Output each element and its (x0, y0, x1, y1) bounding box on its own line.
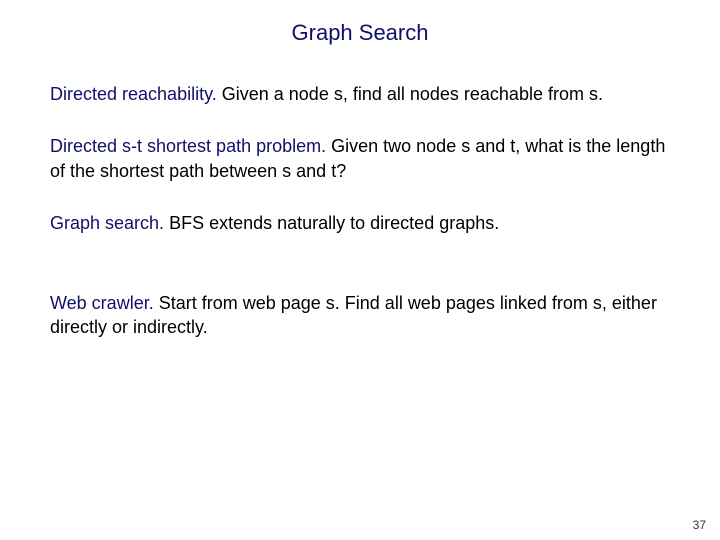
lead-term: Directed s-t shortest path problem. (50, 136, 326, 156)
slide: Graph Search Directed reachability. Give… (0, 0, 720, 540)
lead-term: Directed reachability. (50, 84, 217, 104)
paragraph-graph-search: Graph search. BFS extends naturally to d… (50, 211, 670, 235)
paragraph-web-crawler: Web crawler. Start from web page s. Find… (50, 291, 670, 340)
body-text: Given a node s, find all nodes reachable… (217, 84, 603, 104)
body-text: BFS extends naturally to directed graphs… (164, 213, 499, 233)
paragraph-reachability: Directed reachability. Given a node s, f… (50, 82, 670, 106)
page-number: 37 (693, 518, 706, 532)
paragraph-shortest-path: Directed s-t shortest path problem. Give… (50, 134, 670, 183)
spacer (50, 263, 670, 291)
lead-term: Web crawler. (50, 293, 154, 313)
lead-term: Graph search. (50, 213, 164, 233)
slide-title: Graph Search (50, 20, 670, 46)
